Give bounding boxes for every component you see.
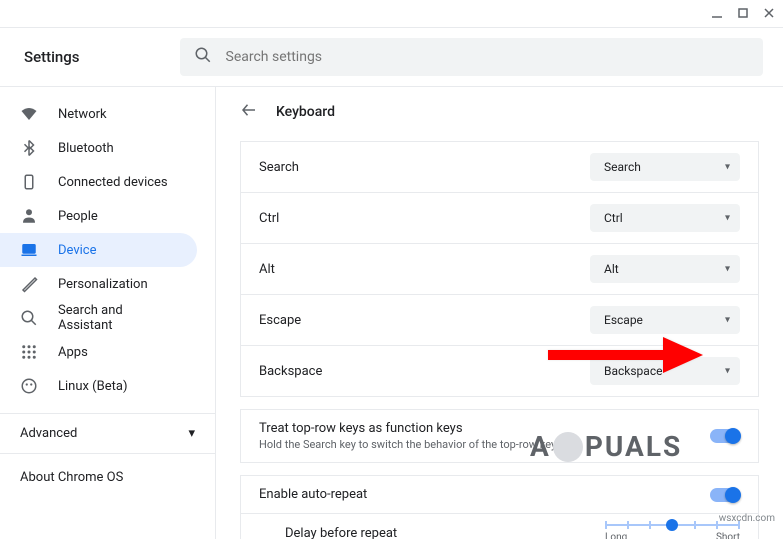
sidebar-item-label: Bluetooth xyxy=(58,141,114,156)
search-bar[interactable] xyxy=(180,38,763,76)
search-input[interactable] xyxy=(226,49,749,65)
remap-label: Search xyxy=(259,160,299,175)
main-content: Keyboard Search Search Ctrl Ctrl Alt Alt… xyxy=(216,87,783,539)
remap-label: Backspace xyxy=(259,364,322,379)
phone-icon xyxy=(20,173,38,191)
sidebar-item-label: Network xyxy=(58,107,107,122)
remap-dropdown-backspace[interactable]: Backspace xyxy=(590,357,740,385)
auto-repeat-label: Enable auto-repeat xyxy=(259,487,367,502)
close-icon[interactable] xyxy=(763,4,775,23)
minimize-icon[interactable] xyxy=(711,4,723,23)
linux-icon xyxy=(20,377,38,395)
grid-icon xyxy=(20,343,38,361)
sidebar-item-search-assistant[interactable]: Search and Assistant xyxy=(0,301,197,335)
maximize-icon[interactable] xyxy=(737,4,749,23)
sidebar-item-label: Personalization xyxy=(58,277,148,292)
sidebar-item-device[interactable]: Device xyxy=(0,233,197,267)
wifi-icon xyxy=(20,105,38,123)
remap-label: Ctrl xyxy=(259,211,279,226)
header: Settings xyxy=(0,28,783,87)
window-titlebar xyxy=(0,0,783,28)
app-title: Settings xyxy=(20,48,80,66)
function-keys-row: Treat top-row keys as function keys Hold… xyxy=(240,409,759,463)
delay-max: Short xyxy=(716,532,740,539)
remap-row-search: Search Search xyxy=(240,141,759,193)
auto-repeat-row: Enable auto-repeat xyxy=(240,475,759,514)
function-keys-sub: Hold the Search key to switch the behavi… xyxy=(259,438,562,451)
sidebar-advanced[interactable]: Advanced ▾ xyxy=(0,413,215,454)
sidebar-item-label: Linux (Beta) xyxy=(58,379,127,394)
remap-dropdown-ctrl[interactable]: Ctrl xyxy=(590,204,740,232)
sidebar-item-apps[interactable]: Apps xyxy=(0,335,197,369)
sidebar-item-label: Search and Assistant xyxy=(58,303,177,333)
sidebar-item-bluetooth[interactable]: Bluetooth xyxy=(0,131,197,165)
remap-row-ctrl: Ctrl Ctrl xyxy=(240,193,759,244)
laptop-icon xyxy=(20,241,38,259)
person-icon xyxy=(20,207,38,225)
page-title: Keyboard xyxy=(276,104,335,120)
brush-icon xyxy=(20,275,38,293)
chevron-down-icon: ▾ xyxy=(188,426,195,441)
back-icon[interactable] xyxy=(240,101,258,123)
remap-label: Escape xyxy=(259,313,301,328)
sidebar-item-label: Device xyxy=(58,243,97,258)
sidebar: Network Bluetooth Connected devices Peop… xyxy=(0,87,216,539)
sidebar-item-label: People xyxy=(58,209,98,224)
sidebar-item-label: Connected devices xyxy=(58,175,168,190)
sidebar-item-connected-devices[interactable]: Connected devices xyxy=(0,165,197,199)
search-icon xyxy=(194,46,212,68)
watermark-source: wsxcdn.com xyxy=(719,513,775,524)
delay-slider[interactable]: Long Short xyxy=(605,524,740,539)
remap-row-escape: Escape Escape xyxy=(240,295,759,346)
remap-row-alt: Alt Alt xyxy=(240,244,759,295)
remap-dropdown-search[interactable]: Search xyxy=(590,153,740,181)
sidebar-item-label: Apps xyxy=(58,345,88,360)
sidebar-item-people[interactable]: People xyxy=(0,199,197,233)
delay-row: Delay before repeat LongShort xyxy=(240,514,759,539)
remap-row-backspace: Backspace Backspace xyxy=(240,346,759,397)
delay-min: Long xyxy=(605,532,627,539)
remap-dropdown-alt[interactable]: Alt xyxy=(590,255,740,283)
remap-label: Alt xyxy=(259,262,275,277)
function-keys-toggle[interactable] xyxy=(710,429,740,443)
bluetooth-icon xyxy=(20,139,38,157)
sidebar-about[interactable]: About Chrome OS xyxy=(0,454,215,501)
remap-dropdown-escape[interactable]: Escape xyxy=(590,306,740,334)
function-keys-label: Treat top-row keys as function keys xyxy=(259,421,562,436)
sidebar-item-network[interactable]: Network xyxy=(0,97,197,131)
magnify-icon xyxy=(20,309,38,327)
sidebar-item-personalization[interactable]: Personalization xyxy=(0,267,197,301)
advanced-label: Advanced xyxy=(20,426,77,441)
sidebar-item-linux[interactable]: Linux (Beta) xyxy=(0,369,197,403)
about-label: About Chrome OS xyxy=(20,470,123,485)
auto-repeat-toggle[interactable] xyxy=(710,488,740,502)
